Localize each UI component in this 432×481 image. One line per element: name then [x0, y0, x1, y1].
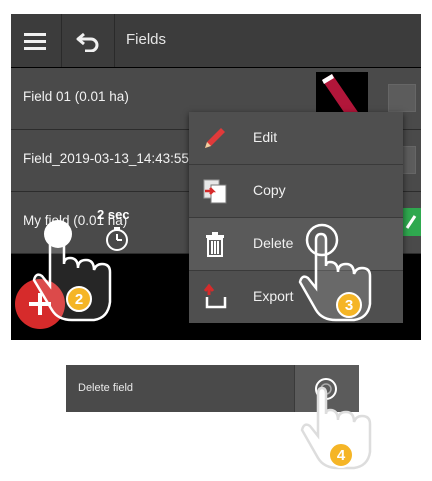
- step-badge: 4: [328, 442, 354, 468]
- undo-arrow-icon: [76, 32, 99, 52]
- top-bar: Fields: [11, 14, 421, 67]
- back-button[interactable]: [61, 14, 115, 67]
- menu-button[interactable]: [11, 14, 59, 67]
- pencil-icon: [205, 128, 225, 148]
- export-icon: [203, 283, 227, 309]
- edit-indicator: [401, 208, 421, 236]
- menu-item-edit[interactable]: Edit: [189, 112, 403, 165]
- copy-icon: [203, 179, 227, 204]
- delete-field-label: Delete field: [78, 382, 134, 394]
- trash-icon: [206, 232, 224, 257]
- field-name: Field_2019-03-13_14:43:55: [23, 151, 189, 166]
- menu-item-label: Edit: [253, 129, 278, 145]
- menu-item-label: Delete: [253, 235, 294, 251]
- step-badge: 2: [66, 286, 92, 312]
- menu-item-label: Export: [253, 288, 294, 304]
- menu-item-copy[interactable]: Copy: [189, 165, 403, 218]
- field-name: Field 01 (0.01 ha): [23, 89, 129, 104]
- step-badge: 3: [336, 292, 362, 318]
- hamburger-icon: [24, 32, 46, 50]
- select-checkbox[interactable]: [388, 84, 416, 112]
- menu-item-label: Copy: [253, 182, 286, 198]
- page-title: Fields: [126, 31, 167, 48]
